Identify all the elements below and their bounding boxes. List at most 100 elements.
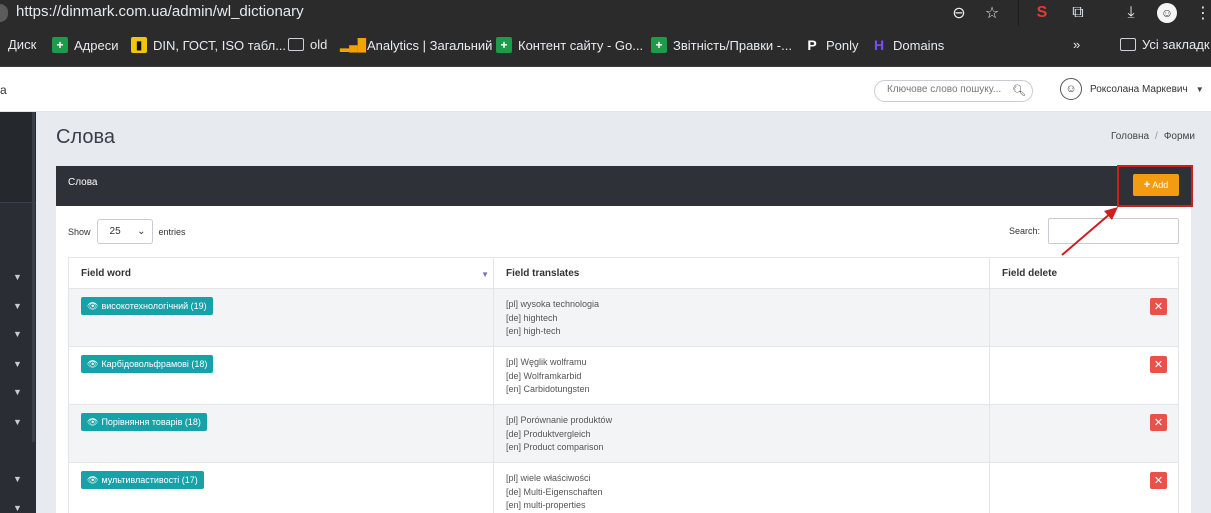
avatar: ☺: [1060, 78, 1082, 100]
bookmark-analytics[interactable]: ▂▄█ Analytics | Загальний: [340, 37, 493, 53]
folder-icon: [288, 38, 304, 51]
translation-pl: [pl] wiele właściwości: [506, 473, 591, 483]
word-link[interactable]: 👁︎ Порівняння товарів (18): [81, 413, 207, 431]
column-header-translates[interactable]: Field translates: [494, 258, 990, 288]
bookmark-label: Усі закладк: [1142, 37, 1210, 52]
word-link[interactable]: 👁︎ мультивластивості (17): [81, 471, 204, 489]
sidebar-caret-icon[interactable]: ▼: [13, 417, 22, 427]
chevron-down-icon: ⌄: [137, 226, 146, 237]
translation-de: [de] Multi-Eigenschaften: [506, 486, 603, 497]
zoom-icon[interactable]: ⊖: [948, 2, 970, 24]
add-button-label: Add: [1152, 180, 1169, 190]
add-button[interactable]: + Add: [1133, 174, 1179, 196]
user-name: Роксолана Маркевич: [1090, 83, 1188, 95]
word-text: Порівняння товарів (18): [101, 417, 201, 427]
menu-kebab-icon[interactable]: ⋮: [1192, 2, 1211, 24]
word-link[interactable]: 👁︎ високотехнологічний (19): [81, 297, 213, 315]
caret-down-icon: ▼: [1195, 84, 1204, 94]
bookmarks-bar: Диск + Адреси ▮ DIN, ГОСТ, ISO табл... o…: [0, 26, 1211, 67]
sidebar-caret-icon[interactable]: ▼: [13, 329, 22, 339]
translations: [pl] wysoka technologia [de] hightech [e…: [506, 298, 599, 339]
bookmark-zvitnist[interactable]: + Звітність/Правки -...: [651, 37, 792, 53]
breadcrumb: Головна / Форми: [1111, 131, 1195, 142]
entries-select[interactable]: 25 ⌄: [96, 219, 153, 244]
sidebar-caret-icon[interactable]: ▼: [13, 474, 22, 484]
delete-button[interactable]: ✕: [1150, 298, 1167, 315]
translation-de: [de] Wolframkarbid: [506, 370, 582, 381]
show-label: Show: [68, 226, 91, 237]
sidebar-caret-icon[interactable]: ▼: [13, 272, 22, 282]
extensions-icon[interactable]: ⧉: [1067, 2, 1089, 24]
column-header-delete[interactable]: Field delete: [990, 258, 1178, 288]
panel-header: Слова: [56, 166, 1191, 206]
brand-fragment[interactable]: а: [0, 83, 7, 97]
table-search-input[interactable]: [1048, 218, 1179, 244]
bookmark-all[interactable]: Усі закладк: [1120, 37, 1210, 52]
column-label: Field translates: [506, 267, 580, 279]
seo-extension-icon[interactable]: S: [1031, 2, 1053, 24]
bookmark-star-icon[interactable]: ☆: [981, 2, 1003, 24]
sheets-icon: +: [52, 37, 68, 53]
translation-pl: [pl] Porównanie produktów: [506, 415, 613, 425]
user-menu[interactable]: ☺ Роксолана Маркевич ▼: [1060, 78, 1204, 100]
translation-en: [en] Carbidotungsten: [506, 384, 590, 394]
word-text: Карбідовольфрамові (18): [101, 359, 208, 369]
translation-en: [en] Product comparison: [506, 442, 604, 452]
url-text[interactable]: https://dinmark.com.ua/admin/wl_dictiona…: [16, 3, 304, 20]
column-label: Field word: [81, 267, 131, 279]
bookmark-label: Диск: [8, 37, 37, 52]
delete-button[interactable]: ✕: [1150, 356, 1167, 373]
bookmarks-overflow-button[interactable]: »: [1073, 37, 1080, 52]
sidebar-caret-icon[interactable]: ▼: [13, 301, 22, 311]
word-text: високотехнологічний (19): [101, 301, 207, 311]
search-input[interactable]: [887, 84, 1009, 95]
column-header-word[interactable]: Field word ▼: [69, 258, 494, 288]
word-link[interactable]: 👁︎ Карбідовольфрамові (18): [81, 355, 214, 373]
site-info-icon[interactable]: [0, 4, 8, 22]
bookmark-din-gost[interactable]: ▮ DIN, ГОСТ, ISO табл...: [131, 37, 286, 53]
sidebar-caret-icon[interactable]: ▼: [13, 359, 22, 369]
bookmark-label: Analytics | Загальний: [367, 37, 493, 53]
translations: [pl] wiele właściwości [de] Multi-Eigens…: [506, 472, 603, 513]
table-row: 👁︎ Порівняння товарів (18) [pl] Porównani…: [69, 405, 1178, 463]
translation-pl: [pl] wysoka technologia: [506, 299, 600, 309]
panel-title: Слова: [68, 177, 98, 188]
bookmark-disk[interactable]: Диск: [8, 37, 36, 52]
bookmark-old[interactable]: old: [288, 37, 327, 52]
plus-icon: +: [1143, 179, 1151, 191]
chevron-double-right-icon: »: [1073, 37, 1081, 52]
sheets-icon: +: [496, 37, 512, 53]
bookmark-content[interactable]: + Контент сайту - Go...: [496, 37, 643, 53]
download-icon[interactable]: ⤓: [1120, 2, 1142, 24]
bookmark-label: Контент сайту - Go...: [518, 37, 644, 53]
column-label: Field delete: [1002, 267, 1058, 279]
sort-desc-icon: ▼: [481, 270, 489, 279]
delete-button[interactable]: ✕: [1150, 472, 1167, 489]
dictionary-panel: Слова + Add Show 25 ⌄ entries Search: Fi…: [56, 165, 1193, 513]
sidebar-scrollbar[interactable]: [32, 112, 35, 442]
bookmark-ponly[interactable]: P Ponly: [804, 37, 858, 53]
ponly-icon: P: [807, 37, 817, 53]
search-icon[interactable]: 🔍︎: [1012, 84, 1026, 97]
bookmark-label: DIN, ГОСТ, ISO табл...: [153, 37, 287, 53]
sidebar-caret-icon[interactable]: ▼: [13, 503, 22, 513]
eye-icon: 👁︎: [87, 300, 99, 311]
translation-en: [en] multi-properties: [506, 500, 586, 510]
browser-address-bar: https://dinmark.com.ua/admin/wl_dictiona…: [0, 0, 1211, 26]
dictionary-table: Field word ▼ Field translates Field dele…: [68, 257, 1179, 513]
bookmark-domains[interactable]: H Domains: [871, 37, 944, 53]
translation-de: [de] hightech: [506, 312, 558, 323]
translations: [pl] Porównanie produktów [de] Produktve…: [506, 414, 612, 455]
bookmark-label: old: [310, 37, 328, 52]
table-row: 👁︎ Карбідовольфрамові (18) [pl] Węglik wo…: [69, 347, 1178, 405]
sidebar-caret-icon[interactable]: ▼: [13, 387, 22, 397]
bookmark-adresy[interactable]: + Адреси: [52, 37, 118, 53]
profile-avatar-icon[interactable]: ☺: [1157, 3, 1177, 23]
delete-button[interactable]: ✕: [1150, 414, 1167, 431]
page-title: Слова: [56, 126, 115, 148]
word-text: мультивластивості (17): [101, 475, 198, 485]
table-row: 👁︎ мультивластивості (17) [pl] wiele właś…: [69, 463, 1178, 513]
sheets-icon: +: [651, 37, 667, 53]
breadcrumb-home[interactable]: Головна: [1111, 131, 1149, 142]
breadcrumb-current: Форми: [1163, 131, 1195, 142]
